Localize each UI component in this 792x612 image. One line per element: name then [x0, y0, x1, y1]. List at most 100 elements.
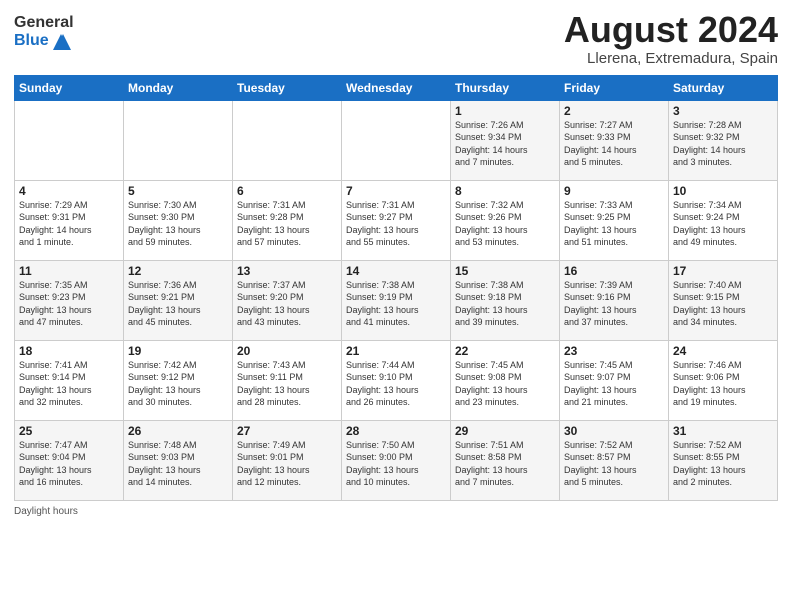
calendar-cell: 9Sunrise: 7:33 AM Sunset: 9:25 PM Daylig… [560, 180, 669, 260]
day-number: 3 [673, 104, 773, 118]
header-cell-saturday: Saturday [669, 75, 778, 100]
header-cell-sunday: Sunday [15, 75, 124, 100]
day-number: 15 [455, 264, 555, 278]
day-info: Sunrise: 7:31 AM Sunset: 9:28 PM Dayligh… [237, 199, 337, 249]
day-info: Sunrise: 7:51 AM Sunset: 8:58 PM Dayligh… [455, 439, 555, 489]
calendar-cell: 24Sunrise: 7:46 AM Sunset: 9:06 PM Dayli… [669, 340, 778, 420]
day-info: Sunrise: 7:38 AM Sunset: 9:19 PM Dayligh… [346, 279, 446, 329]
day-number: 20 [237, 344, 337, 358]
day-info: Sunrise: 7:42 AM Sunset: 9:12 PM Dayligh… [128, 359, 228, 409]
calendar-cell: 6Sunrise: 7:31 AM Sunset: 9:28 PM Daylig… [233, 180, 342, 260]
logo-icon [51, 32, 71, 50]
day-info: Sunrise: 7:48 AM Sunset: 9:03 PM Dayligh… [128, 439, 228, 489]
day-number: 19 [128, 344, 228, 358]
day-number: 22 [455, 344, 555, 358]
day-info: Sunrise: 7:30 AM Sunset: 9:30 PM Dayligh… [128, 199, 228, 249]
day-number: 1 [455, 104, 555, 118]
day-number: 25 [19, 424, 119, 438]
day-number: 10 [673, 184, 773, 198]
calendar-cell: 16Sunrise: 7:39 AM Sunset: 9:16 PM Dayli… [560, 260, 669, 340]
day-info: Sunrise: 7:43 AM Sunset: 9:11 PM Dayligh… [237, 359, 337, 409]
calendar-cell: 15Sunrise: 7:38 AM Sunset: 9:18 PM Dayli… [451, 260, 560, 340]
calendar-table: SundayMondayTuesdayWednesdayThursdayFrid… [14, 75, 778, 501]
calendar-cell: 30Sunrise: 7:52 AM Sunset: 8:57 PM Dayli… [560, 420, 669, 500]
day-number: 21 [346, 344, 446, 358]
calendar-week-1: 4Sunrise: 7:29 AM Sunset: 9:31 PM Daylig… [15, 180, 778, 260]
calendar-cell: 5Sunrise: 7:30 AM Sunset: 9:30 PM Daylig… [124, 180, 233, 260]
day-info: Sunrise: 7:46 AM Sunset: 9:06 PM Dayligh… [673, 359, 773, 409]
day-info: Sunrise: 7:31 AM Sunset: 9:27 PM Dayligh… [346, 199, 446, 249]
calendar-cell: 31Sunrise: 7:52 AM Sunset: 8:55 PM Dayli… [669, 420, 778, 500]
day-info: Sunrise: 7:35 AM Sunset: 9:23 PM Dayligh… [19, 279, 119, 329]
logo-blue: Blue [14, 32, 49, 50]
calendar-cell: 28Sunrise: 7:50 AM Sunset: 9:00 PM Dayli… [342, 420, 451, 500]
header-cell-friday: Friday [560, 75, 669, 100]
calendar-cell [124, 100, 233, 180]
header-cell-tuesday: Tuesday [233, 75, 342, 100]
day-number: 27 [237, 424, 337, 438]
day-info: Sunrise: 7:49 AM Sunset: 9:01 PM Dayligh… [237, 439, 337, 489]
calendar-cell: 17Sunrise: 7:40 AM Sunset: 9:15 PM Dayli… [669, 260, 778, 340]
day-number: 31 [673, 424, 773, 438]
title-block: August 2024 Llerena, Extremadura, Spain [564, 10, 778, 67]
calendar-cell: 4Sunrise: 7:29 AM Sunset: 9:31 PM Daylig… [15, 180, 124, 260]
day-info: Sunrise: 7:50 AM Sunset: 9:00 PM Dayligh… [346, 439, 446, 489]
calendar-cell: 26Sunrise: 7:48 AM Sunset: 9:03 PM Dayli… [124, 420, 233, 500]
day-info: Sunrise: 7:44 AM Sunset: 9:10 PM Dayligh… [346, 359, 446, 409]
calendar-cell: 20Sunrise: 7:43 AM Sunset: 9:11 PM Dayli… [233, 340, 342, 420]
day-info: Sunrise: 7:28 AM Sunset: 9:32 PM Dayligh… [673, 119, 773, 169]
day-info: Sunrise: 7:45 AM Sunset: 9:08 PM Dayligh… [455, 359, 555, 409]
day-info: Sunrise: 7:39 AM Sunset: 9:16 PM Dayligh… [564, 279, 664, 329]
calendar-cell: 1Sunrise: 7:26 AM Sunset: 9:34 PM Daylig… [451, 100, 560, 180]
calendar-cell: 19Sunrise: 7:42 AM Sunset: 9:12 PM Dayli… [124, 340, 233, 420]
calendar-cell: 22Sunrise: 7:45 AM Sunset: 9:08 PM Dayli… [451, 340, 560, 420]
header-row: SundayMondayTuesdayWednesdayThursdayFrid… [15, 75, 778, 100]
calendar-cell: 11Sunrise: 7:35 AM Sunset: 9:23 PM Dayli… [15, 260, 124, 340]
day-number: 6 [237, 184, 337, 198]
daylight-hours-label: Daylight hours [14, 506, 78, 517]
calendar-cell [342, 100, 451, 180]
calendar-cell: 27Sunrise: 7:49 AM Sunset: 9:01 PM Dayli… [233, 420, 342, 500]
day-number: 8 [455, 184, 555, 198]
logo-general: General [14, 14, 74, 32]
day-number: 26 [128, 424, 228, 438]
calendar-cell: 10Sunrise: 7:34 AM Sunset: 9:24 PM Dayli… [669, 180, 778, 260]
day-info: Sunrise: 7:41 AM Sunset: 9:14 PM Dayligh… [19, 359, 119, 409]
calendar-cell: 3Sunrise: 7:28 AM Sunset: 9:32 PM Daylig… [669, 100, 778, 180]
calendar-cell: 14Sunrise: 7:38 AM Sunset: 9:19 PM Dayli… [342, 260, 451, 340]
calendar-cell: 29Sunrise: 7:51 AM Sunset: 8:58 PM Dayli… [451, 420, 560, 500]
calendar-cell: 2Sunrise: 7:27 AM Sunset: 9:33 PM Daylig… [560, 100, 669, 180]
day-info: Sunrise: 7:33 AM Sunset: 9:25 PM Dayligh… [564, 199, 664, 249]
day-number: 11 [19, 264, 119, 278]
day-info: Sunrise: 7:36 AM Sunset: 9:21 PM Dayligh… [128, 279, 228, 329]
logo: General Blue [14, 14, 74, 50]
day-number: 29 [455, 424, 555, 438]
day-info: Sunrise: 7:52 AM Sunset: 8:57 PM Dayligh… [564, 439, 664, 489]
day-number: 2 [564, 104, 664, 118]
day-info: Sunrise: 7:45 AM Sunset: 9:07 PM Dayligh… [564, 359, 664, 409]
day-info: Sunrise: 7:29 AM Sunset: 9:31 PM Dayligh… [19, 199, 119, 249]
day-info: Sunrise: 7:52 AM Sunset: 8:55 PM Dayligh… [673, 439, 773, 489]
calendar-cell [233, 100, 342, 180]
calendar-week-0: 1Sunrise: 7:26 AM Sunset: 9:34 PM Daylig… [15, 100, 778, 180]
day-number: 13 [237, 264, 337, 278]
day-number: 30 [564, 424, 664, 438]
day-info: Sunrise: 7:47 AM Sunset: 9:04 PM Dayligh… [19, 439, 119, 489]
calendar-week-4: 25Sunrise: 7:47 AM Sunset: 9:04 PM Dayli… [15, 420, 778, 500]
day-number: 7 [346, 184, 446, 198]
day-number: 14 [346, 264, 446, 278]
day-number: 9 [564, 184, 664, 198]
calendar-cell: 23Sunrise: 7:45 AM Sunset: 9:07 PM Dayli… [560, 340, 669, 420]
calendar-cell: 21Sunrise: 7:44 AM Sunset: 9:10 PM Dayli… [342, 340, 451, 420]
calendar-cell: 25Sunrise: 7:47 AM Sunset: 9:04 PM Dayli… [15, 420, 124, 500]
location: Llerena, Extremadura, Spain [564, 50, 778, 67]
header-cell-monday: Monday [124, 75, 233, 100]
day-number: 18 [19, 344, 119, 358]
calendar-week-2: 11Sunrise: 7:35 AM Sunset: 9:23 PM Dayli… [15, 260, 778, 340]
header-cell-wednesday: Wednesday [342, 75, 451, 100]
calendar-cell: 7Sunrise: 7:31 AM Sunset: 9:27 PM Daylig… [342, 180, 451, 260]
calendar-cell [15, 100, 124, 180]
header: General Blue August 2024 Llerena, Extrem… [14, 10, 778, 67]
day-number: 28 [346, 424, 446, 438]
day-info: Sunrise: 7:32 AM Sunset: 9:26 PM Dayligh… [455, 199, 555, 249]
